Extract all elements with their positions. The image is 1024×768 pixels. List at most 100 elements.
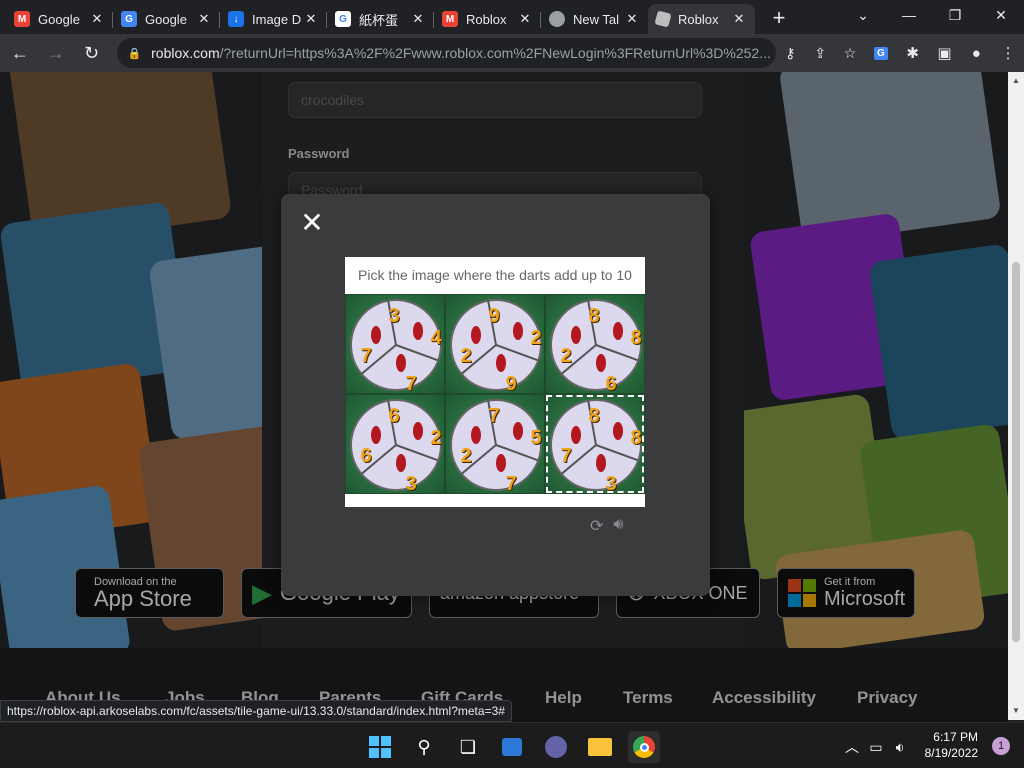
dart-icon [371, 326, 381, 344]
close-tab-icon[interactable]: ✕ [731, 11, 747, 27]
audio-challenge-icon[interactable]: 🔊︎ [613, 516, 623, 536]
close-window-button[interactable]: ✕ [978, 0, 1024, 30]
chrome-icon [549, 11, 565, 27]
tab-title: Google [38, 11, 80, 27]
windows-taskbar: ⚲ ❏ ︿ ▭ 🔉︎ 6:17 PM 8/19/2022 1 [0, 722, 1024, 768]
teams-chat-icon[interactable] [540, 731, 572, 763]
dart-icon [496, 454, 506, 472]
dart-icon [371, 426, 381, 444]
google-translate-extension-icon[interactable]: G [865, 37, 897, 69]
lock-icon: 🔒 [127, 47, 142, 60]
system-clock[interactable]: 6:17 PM 8/19/2022 [925, 729, 978, 761]
notification-badge[interactable]: 1 [992, 737, 1010, 755]
extensions-puzzle-icon[interactable]: ✱ [897, 37, 929, 69]
tile-number: 8 [588, 305, 600, 327]
gmail-icon: M [14, 11, 30, 27]
minimize-button[interactable]: — [886, 0, 932, 30]
tile-number: 2 [460, 445, 472, 467]
tile-number: 9 [488, 305, 500, 327]
tile-number: 8 [630, 327, 642, 349]
close-tab-icon[interactable]: ✕ [89, 11, 105, 27]
tile-number: 2 [430, 427, 442, 449]
tab-title: New Tal [573, 11, 620, 27]
tile-number: 6 [605, 373, 617, 395]
page-scrollbar[interactable]: ▲ ▼ [1008, 72, 1024, 720]
tab-5[interactable]: New Tal ✕ [541, 4, 648, 34]
new-tab-button[interactable]: + [765, 4, 793, 32]
tab-2[interactable]: ↓ Image D ✕ [220, 4, 327, 34]
share-icon[interactable]: ⇪ [805, 45, 835, 62]
tab-title: Roblox [466, 11, 507, 27]
search-icon[interactable]: ⚲ [408, 731, 440, 763]
close-tab-icon[interactable]: ✕ [196, 11, 212, 27]
dart-icon [471, 326, 481, 344]
tab-3[interactable]: G 紙杯蛋 ✕ [327, 4, 434, 34]
clock-time: 6:17 PM [933, 730, 978, 744]
forward-button[interactable]: → [40, 37, 72, 69]
tile-number: 3 [605, 473, 617, 495]
google-icon: G [335, 11, 351, 27]
reload-challenge-icon[interactable]: ⟳ [590, 516, 603, 536]
tab-4[interactable]: M Roblox ✕ [434, 4, 541, 34]
widgets-icon[interactable] [496, 731, 528, 763]
tab-title: 紙杯蛋 [359, 12, 399, 28]
tile-number: 2 [560, 345, 572, 367]
gmail-icon: M [442, 11, 458, 27]
reload-button[interactable]: ↻ [76, 37, 108, 69]
captcha-tile-2[interactable]: 8826 [545, 294, 645, 395]
tile-number: 2 [530, 327, 542, 349]
chrome-taskbar-icon[interactable] [628, 731, 660, 763]
captcha-tile-4[interactable]: 7527 [445, 394, 545, 495]
captcha-tile-3[interactable]: 6 2 6 3 [345, 394, 445, 495]
tab-1[interactable]: G Google ✕ [113, 4, 220, 34]
menu-kebab-icon[interactable]: ⋮ [992, 37, 1024, 69]
tile-number: 6 [360, 445, 372, 467]
task-view-icon[interactable]: ❏ [452, 731, 484, 763]
restore-button[interactable]: ❐ [932, 0, 978, 30]
back-button[interactable]: ← [4, 37, 36, 69]
tile-number: 5 [530, 427, 542, 449]
close-tab-icon[interactable]: ✕ [303, 11, 319, 27]
scroll-up-arrow-icon[interactable]: ▲ [1012, 76, 1020, 85]
close-tab-icon[interactable]: ✕ [624, 11, 640, 27]
close-tab-icon[interactable]: ✕ [517, 11, 533, 27]
tile-number: 8 [588, 405, 600, 427]
download-icon: ↓ [228, 11, 244, 27]
tab-search-icon[interactable]: ⌄ [840, 0, 886, 30]
captcha-tile-5[interactable]: 8873 [545, 394, 645, 495]
key-icon[interactable]: ⚷ [776, 45, 806, 62]
tile-number: 7 [488, 405, 500, 427]
captcha-tile-0[interactable]: 3 4 7 7 [345, 294, 445, 395]
dart-icon [571, 326, 581, 344]
bookmark-star-icon[interactable]: ☆ [835, 45, 865, 62]
tile-number: 3 [405, 473, 417, 495]
tile-number: 3 [388, 305, 400, 327]
close-icon[interactable]: ✕ [300, 209, 324, 237]
url-path: /?returnUrl=https%3A%2F%2Fwww.roblox.com… [219, 45, 771, 61]
dart-icon [496, 354, 506, 372]
tile-number: 9 [505, 373, 517, 395]
volume-icon[interactable]: 🔉︎ [884, 731, 916, 763]
dart-icon [471, 426, 481, 444]
tab-6-active[interactable]: Roblox ✕ [648, 4, 755, 34]
dart-icon [413, 422, 423, 440]
scroll-down-arrow-icon[interactable]: ▼ [1012, 706, 1020, 715]
tab-0[interactable]: M Google ✕ [6, 4, 113, 34]
side-panel-icon[interactable]: ▣ [929, 37, 961, 69]
windows-start-icon[interactable] [364, 731, 396, 763]
file-explorer-icon[interactable] [584, 731, 616, 763]
tab-title: Google [145, 11, 187, 27]
profile-avatar-icon[interactable]: ● [960, 37, 992, 69]
address-bar[interactable]: 🔒 roblox.com/?returnUrl=https%3A%2F%2Fww… [117, 38, 776, 68]
captcha-tile-1[interactable]: 9229 [445, 294, 545, 395]
captcha-controls: ⟳ 🔊︎ [590, 516, 624, 536]
dart-icon [596, 354, 606, 372]
window-controls: ⌄ — ❐ ✕ [840, 0, 1024, 34]
close-tab-icon[interactable]: ✕ [410, 11, 426, 27]
dart-icon [513, 322, 523, 340]
captcha-prompt: Pick the image where the darts add up to… [358, 267, 632, 283]
scrollbar-thumb[interactable] [1012, 262, 1020, 642]
dart-icon [413, 322, 423, 340]
tile-number: 7 [360, 345, 372, 367]
tile-number: 4 [430, 327, 442, 349]
